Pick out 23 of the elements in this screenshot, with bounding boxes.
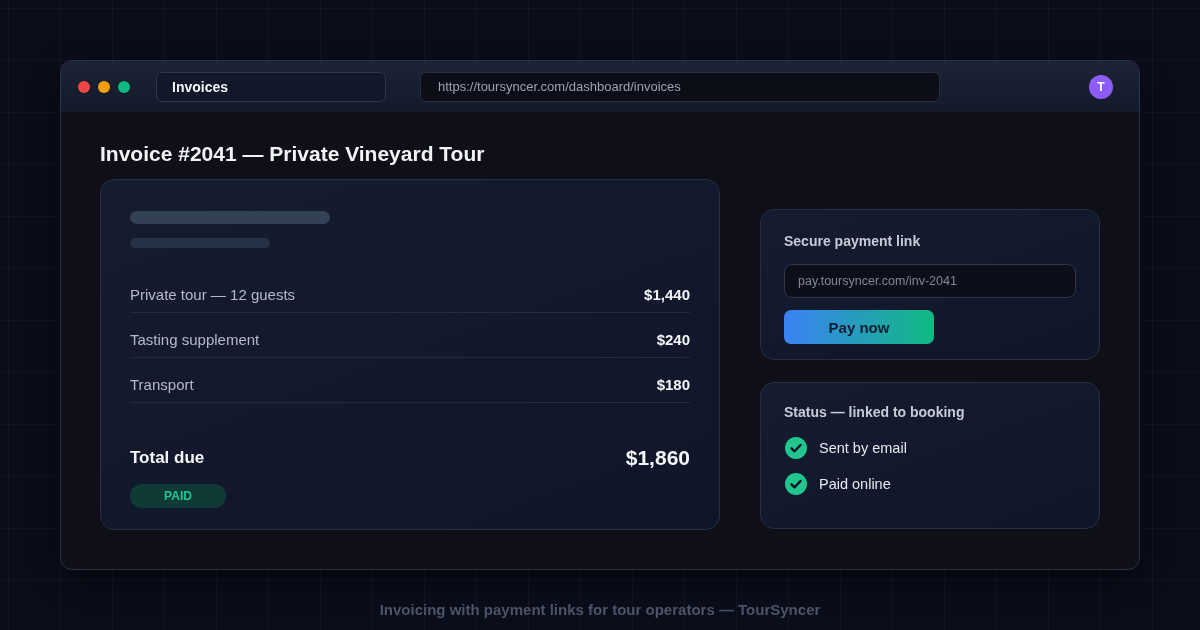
line-item-amount: $1,440: [644, 286, 690, 304]
link-field[interactable]: pay.toursyncer.com/inv-2041: [784, 264, 1076, 298]
status-item: Sent by email: [819, 440, 907, 456]
maximize-icon[interactable]: [118, 80, 130, 93]
pay-button[interactable]: Pay now: [784, 310, 934, 344]
close-icon[interactable]: [78, 80, 90, 93]
total-amount: $1,860: [625, 446, 690, 470]
minimize-icon[interactable]: [98, 80, 110, 93]
status-item: Paid online: [819, 476, 891, 492]
card-title: Secure payment link: [784, 232, 921, 250]
card-title: Status — linked to booking: [784, 403, 966, 421]
line-item-label: Tasting supplement: [130, 331, 260, 349]
line-item-amount: $240: [656, 331, 690, 349]
line-item-label: Transport: [130, 376, 194, 394]
line-item-amount: $180: [656, 376, 690, 394]
address-bar[interactable]: https://toursyncer.com/dashboard/invoices: [420, 71, 940, 102]
status-badge: PAID: [130, 484, 226, 508]
total-label: Total due: [130, 448, 205, 468]
line-item-label: Private tour — 12 guests: [130, 286, 296, 304]
avatar[interactable]: T: [1089, 74, 1113, 99]
invoice-title: Invoice #2041 — Private Vineyard Tour: [100, 141, 486, 167]
browser-tab[interactable]: Invoices: [156, 71, 386, 102]
caption: Invoicing with payment links for tour operators — TourSyncer: [379, 601, 821, 619]
